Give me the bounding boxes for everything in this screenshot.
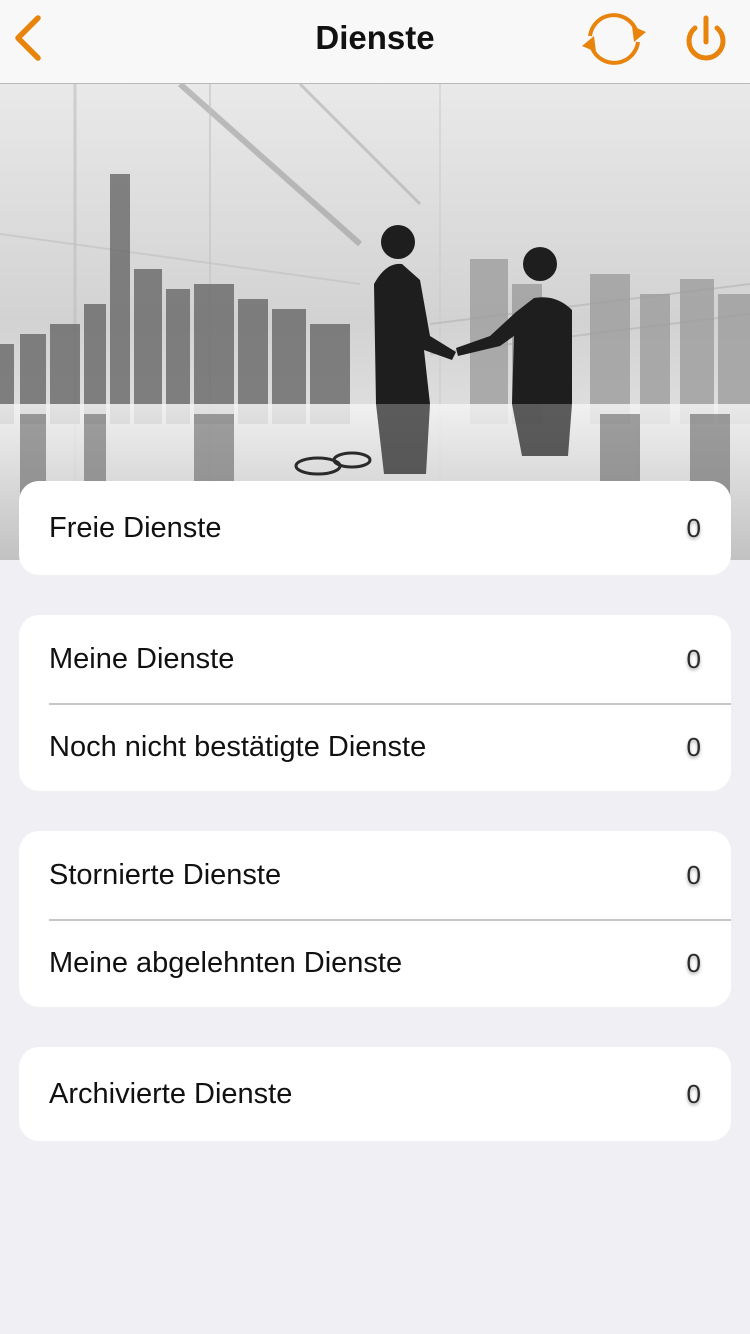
nav-bar: Dienste bbox=[0, 0, 750, 84]
row-label: Meine abgelehnten Dienste bbox=[49, 946, 403, 979]
row-label: Meine Dienste bbox=[49, 642, 235, 675]
list-group-free: Freie Dienste 0 bbox=[19, 481, 731, 575]
back-button[interactable] bbox=[6, 10, 54, 66]
service-list: Freie Dienste 0 Meine Dienste 0 Noch nic… bbox=[19, 481, 731, 1181]
list-group-mine: Meine Dienste 0 Noch nicht bestätigte Di… bbox=[19, 615, 731, 791]
list-group-archived: Archivierte Dienste 0 bbox=[19, 1047, 731, 1141]
row-meine-dienste[interactable]: Meine Dienste 0 bbox=[19, 615, 731, 703]
row-label: Noch nicht bestätigte Dienste bbox=[49, 730, 427, 763]
row-count: 0 bbox=[686, 1078, 701, 1109]
chevron-left-icon bbox=[15, 15, 41, 61]
row-meine-abgelehnten-dienste[interactable]: Meine abgelehnten Dienste 0 bbox=[19, 919, 731, 1007]
row-stornierte-dienste[interactable]: Stornierte Dienste 0 bbox=[19, 831, 731, 919]
refresh-icon bbox=[582, 13, 646, 65]
power-icon bbox=[686, 15, 726, 61]
row-freie-dienste[interactable]: Freie Dienste 0 bbox=[19, 481, 731, 575]
row-count: 0 bbox=[686, 859, 701, 890]
power-button[interactable] bbox=[680, 12, 732, 68]
refresh-button[interactable] bbox=[578, 8, 650, 70]
row-count: 0 bbox=[686, 643, 701, 674]
list-group-cancelled: Stornierte Dienste 0 Meine abgelehnten D… bbox=[19, 831, 731, 1007]
row-archivierte-dienste[interactable]: Archivierte Dienste 0 bbox=[19, 1047, 731, 1141]
row-count: 0 bbox=[686, 947, 701, 978]
row-noch-nicht-bestaetigte-dienste[interactable]: Noch nicht bestätigte Dienste 0 bbox=[19, 703, 731, 791]
row-label: Archivierte Dienste bbox=[49, 1077, 293, 1110]
row-label: Stornierte Dienste bbox=[49, 858, 282, 891]
row-count: 0 bbox=[686, 731, 701, 762]
row-label: Freie Dienste bbox=[49, 511, 222, 544]
row-count: 0 bbox=[686, 512, 701, 543]
